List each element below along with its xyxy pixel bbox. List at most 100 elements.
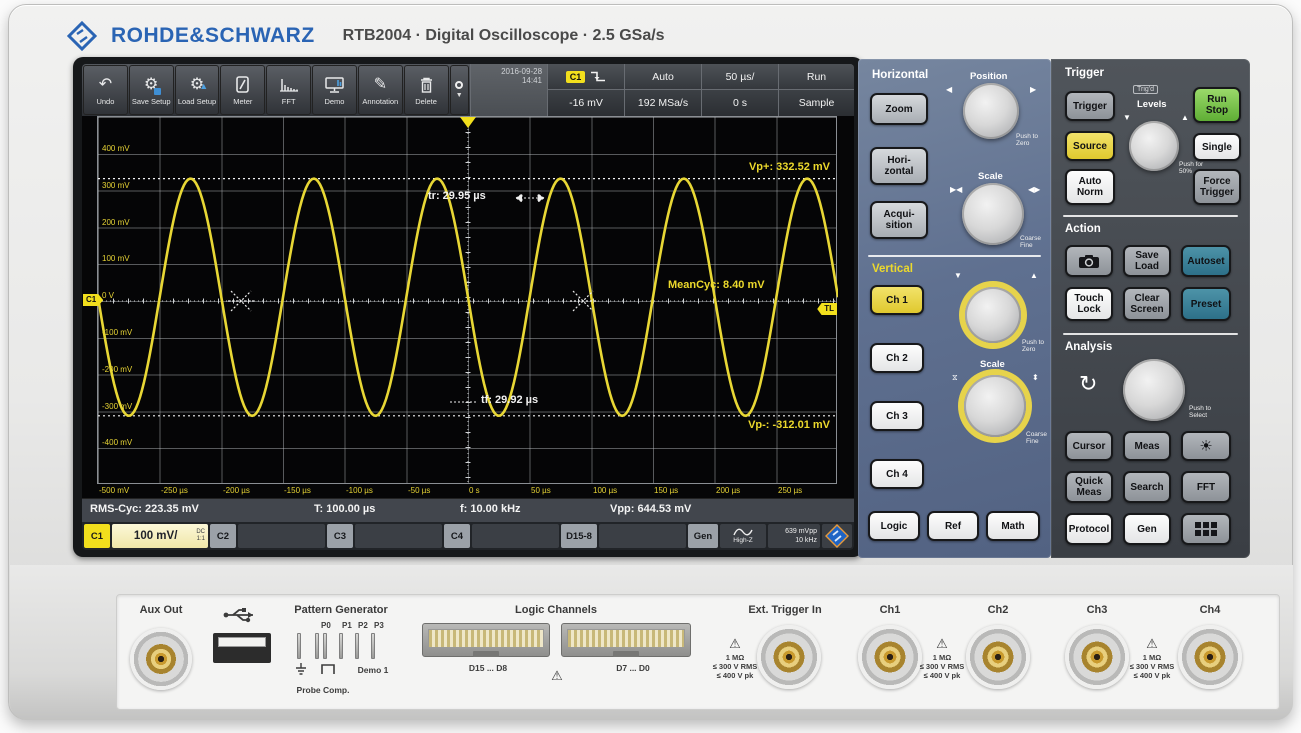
generator-tab[interactable]: High-Z <box>720 524 766 548</box>
channel3-tab[interactable] <box>355 524 442 548</box>
channel1-tab-badge[interactable]: C1 <box>84 524 110 548</box>
vertical-position-knob[interactable] <box>965 287 1021 343</box>
channel3-tab-badge[interactable]: C3 <box>327 524 353 548</box>
undo-icon: ↶ <box>99 75 112 95</box>
y-axis-label: -400 mV <box>102 438 132 447</box>
timebase-cell[interactable]: 50 µs/ <box>701 64 778 90</box>
touch-lock-button[interactable]: Touch Lock <box>1065 287 1113 321</box>
fft-button[interactable]: FFT <box>266 65 311 115</box>
demo-button[interactable]: Demo <box>312 65 357 115</box>
quick-meas-button[interactable]: Quick Meas <box>1065 471 1113 503</box>
analysis-section-title: Analysis <box>1065 341 1112 353</box>
trigger-source-button[interactable]: Source <box>1065 131 1115 161</box>
apps-button[interactable] <box>1181 513 1231 545</box>
ch1-bnc <box>858 625 922 689</box>
channel1-trace <box>98 179 838 416</box>
ch2-button[interactable]: Ch 2 <box>870 343 924 373</box>
digital-tab-badge[interactable]: D15-8 <box>561 524 597 548</box>
channel4-tab-badge[interactable]: C4 <box>444 524 470 548</box>
keypad-icon <box>1195 522 1217 536</box>
trigd-indicator: Trig'd <box>1133 85 1158 94</box>
period-measurement: T: 100.00 µs <box>314 503 375 515</box>
ch4-button[interactable]: Ch 4 <box>870 459 924 489</box>
arrow-up-icon: ▲ <box>1181 113 1189 122</box>
waveform-display[interactable]: 400 mV 300 mV 200 mV 100 mV 0 V -100 mV … <box>97 116 837 484</box>
brightness-icon: ☀ <box>1199 441 1212 452</box>
screenshot-button[interactable] <box>1065 245 1113 277</box>
ch1-ch2-warning: ⚠ 1 MΩ ≤ 300 V RMS ≤ 400 V pk <box>920 635 965 680</box>
zoom-button[interactable]: Zoom <box>870 93 928 125</box>
autoset-button[interactable]: Autoset <box>1181 245 1231 277</box>
ref-button[interactable]: Ref <box>927 511 979 541</box>
toolbar-more-button[interactable]: ▼ <box>450 65 470 115</box>
horizontal-position-knob[interactable] <box>963 83 1019 139</box>
touchscreen[interactable]: ↶ Undo ⚙ Save Setup ⚙▲ Load Setup Meter … <box>82 64 854 550</box>
generator-tab-badge[interactable]: Gen <box>688 524 718 548</box>
x-axis-label: -150 µs <box>284 486 311 495</box>
sample-rate-cell: 192 MSa/s <box>624 90 701 116</box>
math-button[interactable]: Math <box>986 511 1040 541</box>
run-stop-button[interactable]: Run Stop <box>1193 87 1241 123</box>
generator-values: 639 mVpp 10 kHz <box>768 524 820 548</box>
horizontal-position-cell[interactable]: 0 s <box>701 90 778 116</box>
channel1-tab[interactable]: 100 mV/ DC 1:1 <box>112 524 208 548</box>
screen-topbar: ↶ Undo ⚙ Save Setup ⚙▲ Load Setup Meter … <box>82 64 854 116</box>
x-axis-label: 100 µs <box>593 486 617 495</box>
acquisition-mode-cell[interactable]: Auto <box>624 64 701 90</box>
ext-trigger-bnc <box>757 625 821 689</box>
digital-tab[interactable] <box>599 524 686 548</box>
logic-warning: ⚠ <box>551 667 563 685</box>
acquisition-button[interactable]: Acqui-sition <box>870 201 928 239</box>
single-button[interactable]: Single <box>1193 133 1241 161</box>
intensity-button[interactable]: ☀ <box>1181 431 1231 461</box>
demo-icon <box>325 75 344 95</box>
search-button[interactable]: Search <box>1123 471 1171 503</box>
ch4-bnc <box>1178 625 1242 689</box>
protocol-button[interactable]: Protocol <box>1065 513 1113 545</box>
logic-connector-d15-d8 <box>422 623 550 657</box>
annotation-button[interactable]: ✎ Annotation <box>358 65 403 115</box>
trigger-menu-button[interactable]: Trigger <box>1065 91 1115 121</box>
meter-button[interactable]: Meter <box>220 65 265 115</box>
vertical-scale-knob[interactable] <box>964 375 1026 437</box>
divider <box>1063 333 1238 335</box>
gen-button[interactable]: Gen <box>1123 513 1171 545</box>
trigger-level-cell[interactable]: -16 mV <box>547 90 624 116</box>
run-state-cell[interactable]: Run <box>778 64 854 90</box>
auto-norm-button[interactable]: Auto Norm <box>1065 169 1115 205</box>
divider <box>868 255 1041 257</box>
channel2-tab[interactable] <box>238 524 325 548</box>
logic-button[interactable]: Logic <box>868 511 920 541</box>
delete-button[interactable]: Delete <box>404 65 449 115</box>
divider <box>1063 215 1238 217</box>
frequency-measurement: f: 10.00 kHz <box>460 503 521 515</box>
clear-screen-button[interactable]: Clear Screen <box>1123 287 1171 321</box>
trigger-levels-label: Levels <box>1137 99 1167 110</box>
generator-amplitude: 639 mVpp <box>785 528 817 535</box>
force-trigger-button[interactable]: Force Trigger <box>1193 169 1241 205</box>
y-axis-label: -300 mV <box>102 402 132 411</box>
x-axis-label: 50 µs <box>531 486 551 495</box>
horizontal-scale-knob[interactable] <box>962 183 1024 245</box>
channel2-tab-badge[interactable]: C2 <box>210 524 236 548</box>
y-axis-label: -200 mV <box>102 365 132 374</box>
ch1-button[interactable]: Ch 1 <box>870 285 924 315</box>
save-load-button[interactable]: Save Load <box>1123 245 1171 277</box>
pattern-pins <box>323 633 375 659</box>
cursor-button[interactable]: Cursor <box>1065 431 1113 461</box>
x-axis-label: -200 µs <box>223 486 250 495</box>
preset-button[interactable]: Preset <box>1181 287 1231 321</box>
horizontal-button[interactable]: Hori-zontal <box>870 147 928 185</box>
trigger-source-cell[interactable]: C1 <box>547 64 624 90</box>
save-setup-button[interactable]: ⚙ Save Setup <box>129 65 174 115</box>
ch3-button[interactable]: Ch 3 <box>870 401 924 431</box>
arrow-down-icon: ▼ <box>1123 113 1131 122</box>
navigation-knob[interactable] <box>1123 359 1185 421</box>
channel4-tab[interactable] <box>472 524 559 548</box>
load-setup-button[interactable]: ⚙▲ Load Setup <box>175 65 220 115</box>
meas-button[interactable]: Meas <box>1123 431 1171 461</box>
trigger-level-knob[interactable] <box>1129 121 1179 171</box>
acquisition-type-cell[interactable]: Sample <box>778 90 854 116</box>
fft-panel-button[interactable]: FFT <box>1181 471 1231 503</box>
undo-button[interactable]: ↶ Undo <box>83 65 128 115</box>
